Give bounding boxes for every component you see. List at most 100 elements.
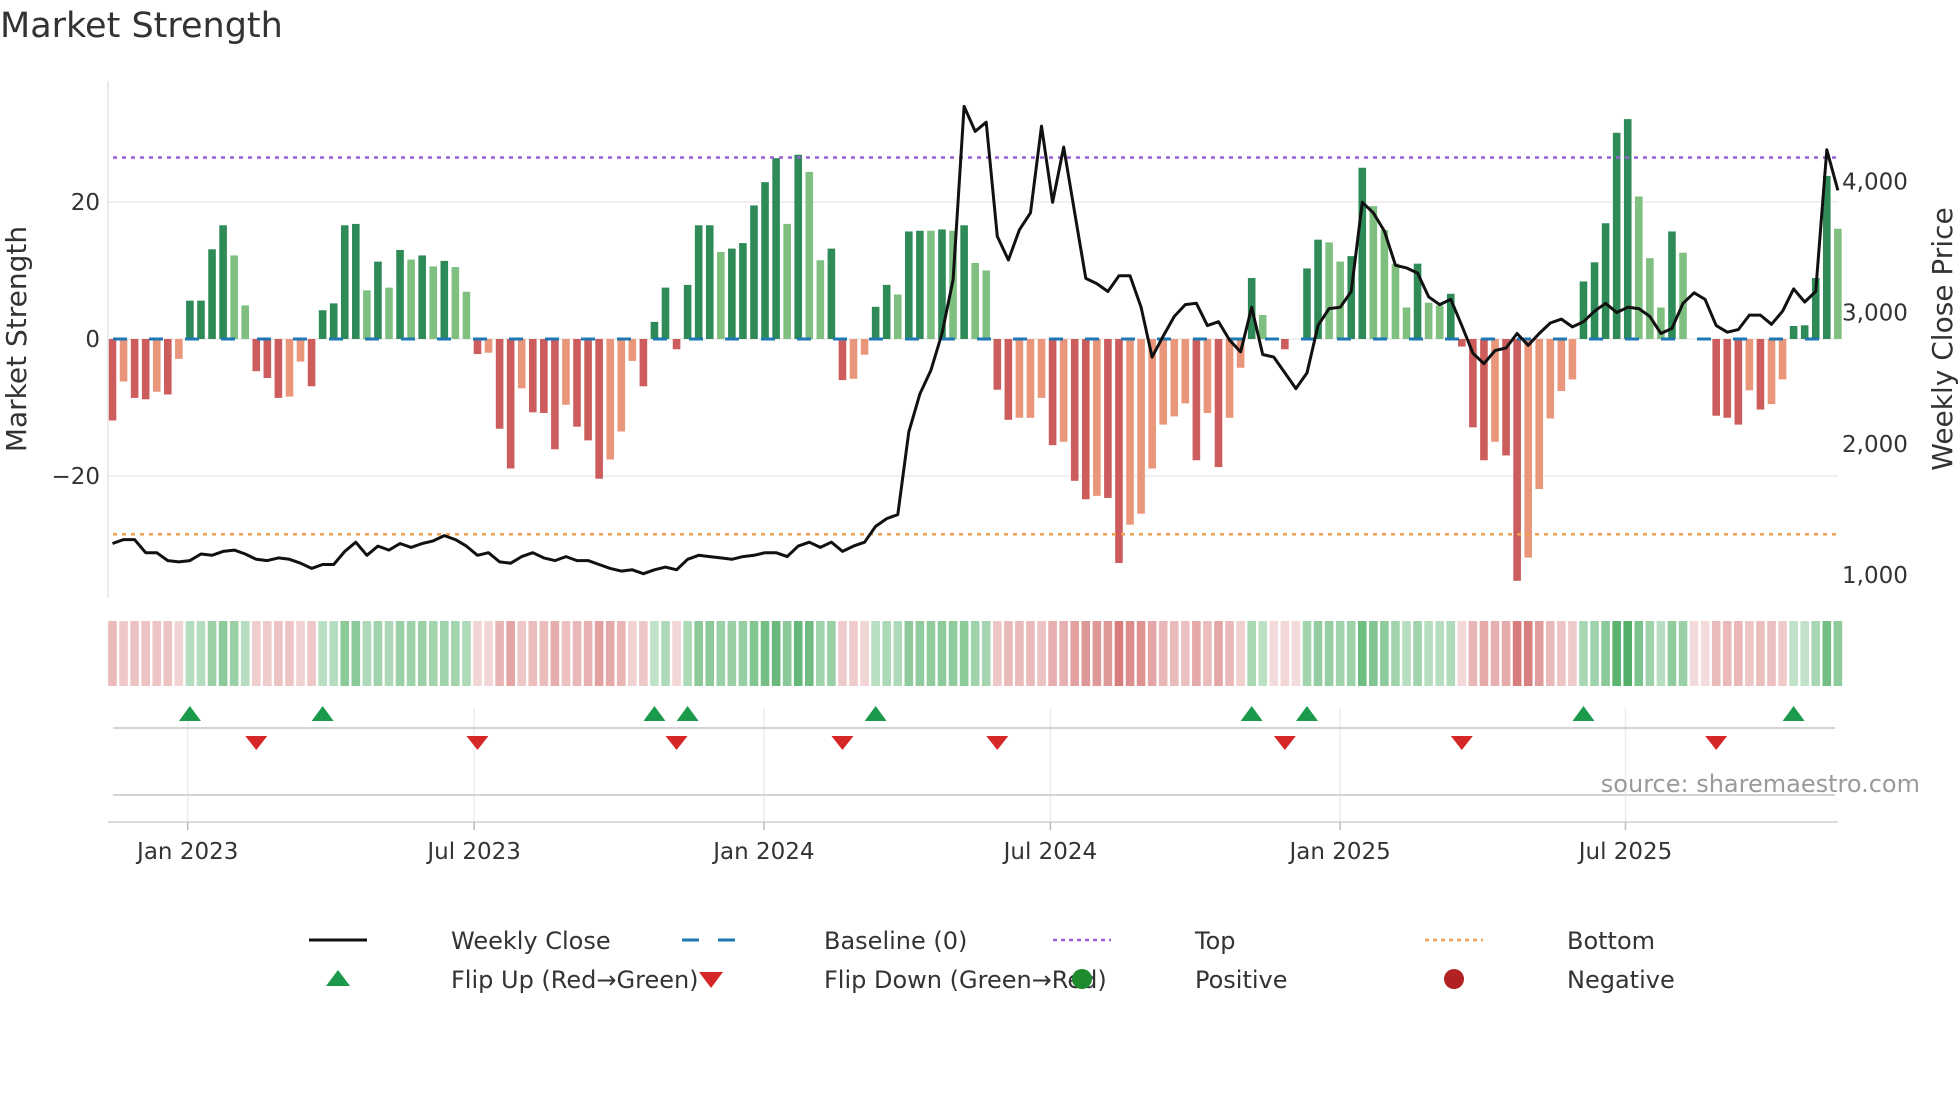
heat-cell [1700, 621, 1710, 686]
flip-up-marker [311, 706, 334, 721]
heat-cell [1601, 621, 1610, 686]
strength-bar [650, 321, 659, 339]
market-strength-chart: 20 0 −20 4,000 3,000 2,000 1,000 Jan 2023 Jul 20… [0, 81, 1959, 994]
heat-cell [650, 621, 659, 686]
heat-cell [1734, 621, 1743, 686]
strength-bar [130, 339, 139, 398]
heat-cell [1413, 621, 1422, 686]
heat-cell [495, 621, 504, 686]
heat-cell [1114, 621, 1124, 686]
heat-cell [406, 621, 416, 686]
heat-cell [993, 621, 1002, 686]
heat-cell [395, 621, 405, 686]
strength-bar [1281, 339, 1289, 350]
strength-bar [717, 252, 725, 339]
heat-cell [860, 621, 869, 686]
strength-bar [739, 243, 747, 339]
heat-cell [362, 621, 372, 686]
strength-bar [152, 339, 161, 392]
flip-down-marker [1273, 736, 1296, 750]
heat-cell [428, 621, 438, 686]
strength-bar [506, 339, 515, 469]
strength-bar [329, 303, 338, 339]
strength-bar [219, 225, 227, 339]
strength-bar [1358, 167, 1367, 339]
heat-cell [1512, 621, 1522, 686]
strength-bar [1336, 261, 1344, 339]
strength-bar [960, 225, 968, 339]
heat-cell [185, 621, 195, 686]
legend-label: Weekly Close [451, 927, 611, 955]
strength-bar [1535, 339, 1544, 490]
heat-cell [1059, 621, 1068, 686]
heat-cell [1745, 621, 1754, 686]
strength-bar [1115, 339, 1123, 563]
strength-bar [617, 339, 626, 432]
strength-bar [385, 287, 393, 339]
heat-cell [1711, 621, 1721, 686]
strength-bar [451, 267, 460, 339]
heat-cell [1391, 621, 1400, 686]
strength-bar [1048, 339, 1057, 446]
strength-bar [672, 339, 681, 350]
heat-cell [561, 621, 571, 686]
flip-down-marker [1705, 736, 1728, 750]
heat-cell [318, 621, 327, 686]
heat-cell [539, 621, 549, 686]
strength-bar [374, 261, 382, 339]
strength-bar [1712, 339, 1720, 416]
strength-bar [1789, 325, 1798, 339]
strength-bar [1435, 305, 1444, 339]
heat-cell [1789, 621, 1798, 686]
y2-tick-label: 4,000 [1842, 169, 1908, 195]
y-tick-label: 0 [85, 327, 100, 353]
flip-down-marker [245, 736, 268, 750]
heat-cell [373, 621, 383, 686]
strength-bar [1513, 339, 1521, 581]
heat-cell [616, 621, 626, 686]
strength-bar [1159, 339, 1167, 425]
strength-bar [827, 248, 836, 339]
heat-cell [871, 621, 880, 686]
heat-cell [727, 621, 737, 686]
legend-negative-icon [1444, 969, 1464, 989]
strength-bar [1026, 339, 1035, 418]
strength-bar [1524, 339, 1532, 558]
strength-bar [606, 339, 614, 460]
heat-cell [1546, 621, 1555, 686]
y2-tick-label: 1,000 [1842, 563, 1908, 589]
strength-bar [352, 223, 360, 339]
heat-cell [1313, 621, 1323, 686]
strength-bar [141, 339, 150, 400]
flip-up-marker [178, 706, 201, 721]
heat-cell [251, 621, 261, 686]
heat-cell [307, 621, 316, 686]
flip-up-marker [1295, 706, 1318, 721]
strength-bar [562, 339, 570, 405]
strength-bar [694, 225, 703, 339]
heat-cell [152, 621, 162, 686]
strength-bar [1015, 339, 1024, 418]
strength-bar [905, 231, 913, 339]
heat-cell [263, 621, 272, 686]
strength-bar [871, 306, 880, 339]
flip-down-marker [466, 736, 489, 750]
strength-bar [175, 339, 183, 359]
reference-lines [113, 156, 1838, 536]
strength-bar [783, 223, 791, 339]
strength-bar [1181, 339, 1190, 404]
strength-bar [1081, 339, 1090, 500]
strength-bar [528, 339, 537, 413]
heat-cell [583, 621, 593, 686]
heat-cell [1833, 621, 1843, 686]
heat-cell [1004, 621, 1013, 686]
heat-cell [683, 621, 692, 686]
strength-bar [484, 339, 493, 353]
strength-bar [628, 339, 637, 361]
strength-bar [1137, 339, 1145, 514]
heat-cell [1357, 621, 1367, 686]
strength-bar [495, 339, 504, 429]
heat-cell [1236, 621, 1245, 686]
heat-cell [108, 621, 117, 686]
heat-cell [1645, 621, 1655, 686]
